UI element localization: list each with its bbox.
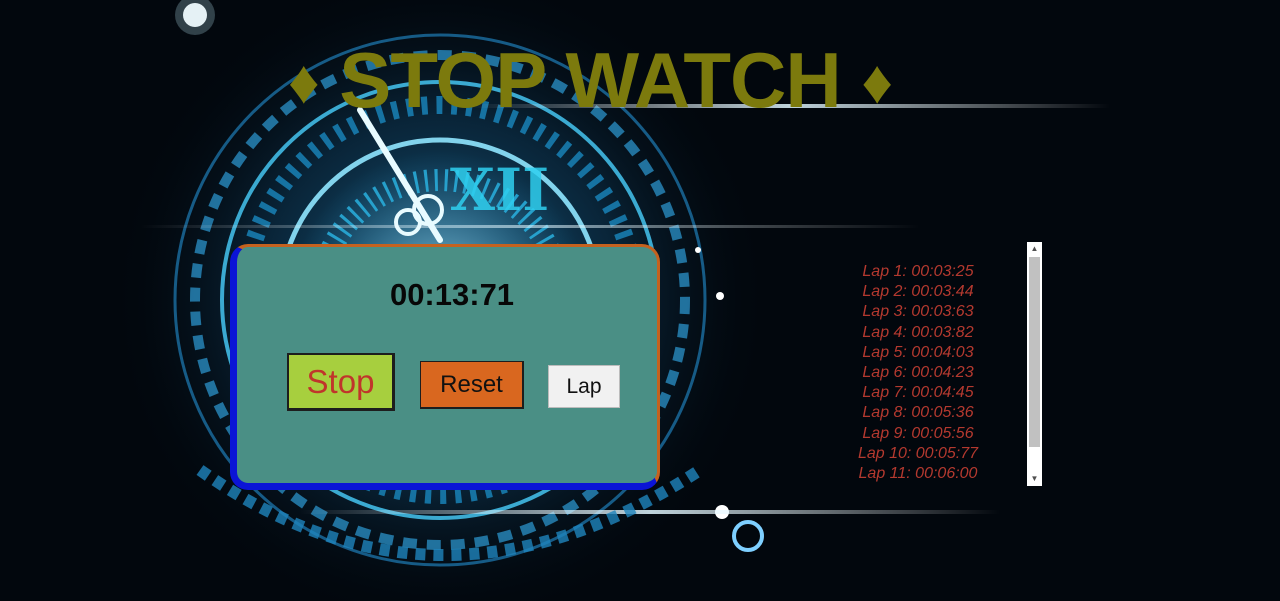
lap-item: Lap 3: 00:03:63 <box>862 303 974 321</box>
stop-button[interactable]: Stop <box>287 353 395 411</box>
lap-list-scrollbar[interactable]: ▲ ▼ <box>1027 242 1042 486</box>
page-title: ♦ STOP WATCH ♦ <box>0 30 1180 133</box>
lap-item: Lap 9: 00:05:56 <box>862 424 974 442</box>
lap-item: Lap 6: 00:04:23 <box>862 364 974 382</box>
time-display: 00:13:71 <box>389 277 515 312</box>
lap-list: Lap 1: 00:03:25 Lap 2: 00:03:44 Lap 3: 0… <box>840 262 996 484</box>
lap-item: Lap 2: 00:03:44 <box>862 283 974 301</box>
page-title-text: STOP WATCH <box>339 36 841 124</box>
lap-item: Lap 4: 00:03:82 <box>862 323 974 341</box>
reset-button[interactable]: Reset <box>420 361 524 409</box>
lap-item: Lap 8: 00:05:36 <box>862 404 974 422</box>
stopwatch-app: XII ♦ STOP WATCH ♦ 00:13:71 Stop Reset L… <box>0 0 1280 601</box>
lap-button[interactable]: Lap <box>548 365 620 408</box>
diamond-left-icon: ♦ <box>287 48 320 117</box>
chevron-down-icon[interactable]: ▼ <box>1027 472 1042 486</box>
diamond-right-icon: ♦ <box>861 48 893 117</box>
lap-item: Lap 11: 00:06:00 <box>858 465 978 483</box>
svg-text:XII: XII <box>450 156 549 224</box>
lap-item: Lap 1: 00:03:25 <box>862 263 974 280</box>
lap-item: Lap 7: 00:04:45 <box>862 384 974 402</box>
lap-item: Lap 10: 00:05:77 <box>857 444 979 462</box>
chevron-up-icon[interactable]: ▲ <box>1027 242 1042 256</box>
scrollbar-thumb[interactable] <box>1029 257 1040 447</box>
lap-item: Lap 5: 00:04:03 <box>862 343 974 361</box>
stopwatch-panel: 00:13:71 Stop Reset Lap <box>230 244 660 490</box>
